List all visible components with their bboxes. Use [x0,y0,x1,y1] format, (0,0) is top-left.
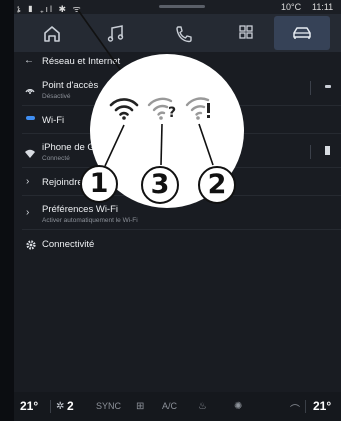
clock: 11:11 [312,2,334,12]
fan-level: 2 [67,399,74,413]
svg-text:?: ? [168,105,176,121]
divider [310,145,311,159]
list-item-subtitle: Désactivé [42,93,71,100]
list-item-title: Connectivité [42,239,95,250]
car-icon[interactable] [286,21,318,45]
outside-temperature: 10°C [281,2,302,12]
page-title: Réseau et Internet [42,56,121,67]
driver-temperature[interactable]: 21° [20,399,38,413]
wifi-full-icon [108,93,140,121]
heated-seat-icon[interactable]: ♨ [198,401,207,412]
home-icon[interactable] [36,21,68,45]
chevron-right-icon: › [26,207,30,218]
rear-defrost-icon[interactable]: ⊞ [136,401,144,412]
music-icon[interactable] [100,21,132,45]
ac-button[interactable]: A/C [162,401,177,411]
passenger-temperature[interactable]: 21° [313,399,331,413]
chevron-right-icon: › [26,176,30,187]
wifi-connected-icon [24,146,36,158]
list-item-title: Wi-Fi [42,115,65,126]
hotspot-edit-icon[interactable] [325,85,331,88]
list-item-subtitle: Connecté [42,155,70,162]
apps-grid-icon[interactable] [230,21,262,45]
infotainment-screen: ኔ ▮ ₊ıl ✱ ᯤ 10°C 11:11 ← Réseau et Inter… [14,0,341,421]
wifi-exclamation-icon [184,93,216,121]
fan-direction-icon[interactable]: ✺ [234,401,242,412]
phone-icon[interactable] [167,21,199,45]
notification-handle[interactable] [159,5,205,8]
divider [22,229,341,230]
callout-number-1: 1 [80,165,118,203]
list-item-subtitle: Activer automatiquement le Wi-Fi [42,217,138,224]
sync-button[interactable]: SYNC [96,401,121,411]
gear-icon [25,238,37,250]
list-item-title: Point d'accès [42,80,99,91]
delete-icon[interactable] [325,146,330,155]
hotspot-icon [24,83,36,95]
fan-icon[interactable]: ✲ [56,401,64,412]
callout-number-2: 2 [198,166,236,204]
callout-number-3: 3 [141,166,179,204]
climate-bar: 21° ✲ 2 SYNC ⊞ A/C ♨ ✺ ⌒ 21° [14,392,341,421]
back-arrow-icon[interactable]: ← [24,55,34,66]
status-bar: ኔ ▮ ₊ıl ✱ ᯤ 10°C 11:11 [14,0,341,14]
wifi-question-icon: ? [146,93,178,121]
divider [310,81,311,95]
list-item-connectivity[interactable]: Connectivité [14,232,341,258]
wifi-toggle-icon[interactable] [26,116,35,120]
divider [50,400,51,413]
steering-heat-icon[interactable]: ⌒ [290,401,300,416]
main-nav-bar [14,14,341,52]
divider [305,400,306,413]
list-item-title: Préférences Wi-Fi [42,204,119,215]
